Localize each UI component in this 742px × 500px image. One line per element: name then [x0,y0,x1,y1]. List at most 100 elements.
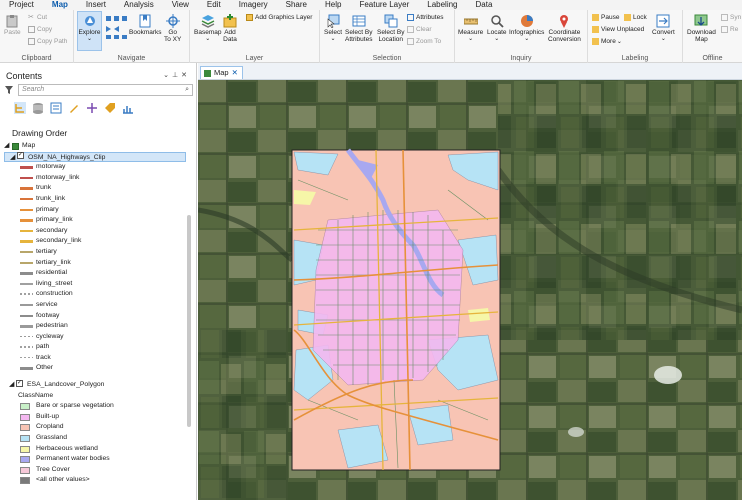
legend-item[interactable]: service [4,300,186,311]
legend-item[interactable]: primary [4,205,186,216]
close-icon[interactable]: ✕ [232,67,238,79]
legend-item[interactable]: pedestrian [4,321,186,332]
legend-item[interactable]: Cropland [4,422,186,433]
sync-button[interactable]: Syn [721,14,741,21]
layer-esa-landcover[interactable]: ◢ ✓ ESA_Landcover_Polygon [4,379,186,391]
add-data-button[interactable]: Add Data [223,14,237,43]
drawing-order-icon[interactable] [14,102,26,114]
legend-item[interactable]: motorway_link [4,173,186,184]
legend-item[interactable]: tertiary_link [4,258,186,269]
chevron-down-icon[interactable]: ⌄ [163,72,172,79]
legend-item[interactable]: Built-up [4,412,186,423]
landcover-clip[interactable] [291,148,501,471]
legend-item[interactable]: Herbaceous wetland [4,444,186,455]
legend-item[interactable]: trunk [4,183,186,194]
ribbon-tab-data[interactable]: Data [467,0,502,10]
legend-item[interactable]: tertiary [4,247,186,258]
charts-icon[interactable] [122,102,134,114]
bookmarks-button[interactable]: Bookmarks [129,14,162,36]
legend-item[interactable]: residential [4,268,186,279]
ribbon-tab-map[interactable]: Map [42,0,77,11]
filter-icon[interactable] [5,86,13,94]
editing-pencil-icon[interactable] [68,102,80,114]
paste-button[interactable]: Paste [4,14,21,36]
ribbon-tab-share[interactable]: Share [277,0,316,10]
collapse-arrow-icon[interactable]: ◢ [4,141,9,152]
labeling-icon[interactable] [104,102,116,114]
ribbon-tab-edit[interactable]: Edit [198,0,230,10]
selection-list-icon[interactable] [50,102,62,114]
legend-item[interactable]: secondary_link [4,236,186,247]
search-input[interactable]: Search ⌕ [18,84,193,96]
pin-icon[interactable]: ⊥ [172,72,181,79]
lock-button[interactable]: Lock [624,14,647,21]
legend-item[interactable]: Permanent water bodies [4,454,186,465]
legend-label: Bare or sparse vegetation [36,402,114,410]
ribbon-tab-help[interactable]: Help [316,0,350,10]
view-unplaced-button[interactable]: View Unplaced [592,26,644,33]
more-button[interactable]: More ⌄ [592,38,622,45]
ribbon-tab-insert[interactable]: Insert [77,0,115,10]
fill-swatch-icon [20,445,30,453]
basemap-button[interactable]: Basemap ⌄ [194,14,221,43]
ribbon-tab-labeling[interactable]: Labeling [418,0,466,10]
ribbon-tab-feature-layer[interactable]: Feature Layer [350,0,418,10]
zoom-to-button[interactable]: Zoom To [407,38,441,45]
legend-label: motorway [36,163,66,171]
ribbon-tab-imagery[interactable]: Imagery [230,0,277,10]
map-tab[interactable]: Map ✕ [200,66,243,79]
legend-item[interactable]: footway [4,311,186,322]
legend-item[interactable]: primary_link [4,215,186,226]
add-graphics-layer-button[interactable]: Add Graphics Layer [246,14,312,21]
layer-osm-highways[interactable]: ◢ ✓ OSM_NA_Highways_Clip [4,151,186,163]
legend-item[interactable]: Bare or sparse vegetation [4,401,186,412]
infographics-button[interactable]: Infographics ⌄ [509,14,544,43]
convert-button[interactable]: Convert ⌄ [652,14,675,43]
legend-item[interactable]: <all other values> [4,475,186,486]
legend-item[interactable]: Grassland [4,433,186,444]
built-up-area [312,209,464,386]
copy-button[interactable]: Copy [28,26,52,33]
visibility-checkbox[interactable]: ✓ [16,379,23,387]
locate-button[interactable]: Locate ⌄ [487,14,507,43]
zoom-tools[interactable] [105,14,129,40]
visibility-checkbox[interactable]: ✓ [17,152,24,160]
select-by-attributes-button[interactable]: Select By Attributes [345,14,372,43]
collapse-arrow-icon[interactable]: ◢ [9,380,14,391]
measure-button[interactable]: Measure ⌄ [458,14,483,43]
ribbon-tab-view[interactable]: View [163,0,198,10]
map-node[interactable]: ◢ Map [4,141,186,152]
cut-button[interactable]: ✂ Cut [28,14,47,21]
coordinate-conversion-button[interactable]: Coordinate Conversion [548,14,581,43]
legend-item[interactable]: living_street [4,279,186,290]
legend-item[interactable]: track [4,353,186,364]
select-button[interactable]: Select ⌄ [324,14,342,43]
go-to-xy-button[interactable]: Go To XY [164,14,181,43]
contents-scrollbar[interactable] [187,215,191,427]
legend-item[interactable]: Other [4,363,186,374]
ribbon-tab-project[interactable]: Project [0,0,43,10]
attributes-button[interactable]: Attributes [407,14,443,21]
search-placeholder: Search [22,86,45,93]
line-symbol-icon [20,346,33,348]
map-view[interactable] [198,80,742,500]
legend-item[interactable]: trunk_link [4,194,186,205]
ribbon-tab-analysis[interactable]: Analysis [115,0,163,10]
explore-button[interactable]: Explore ⌄ [77,11,102,51]
legend-item[interactable]: cycleway [4,332,186,343]
map-canvas[interactable] [198,80,742,500]
download-map-button[interactable]: Download Map [687,14,716,43]
data-source-icon[interactable] [32,102,44,114]
legend-item[interactable]: secondary [4,226,186,237]
close-icon[interactable]: ✕ [181,72,190,79]
copy-path-button[interactable]: Copy Path [28,38,67,45]
clear-button[interactable]: Clear [407,26,432,33]
legend-item[interactable]: construction [4,289,186,300]
pause-button[interactable]: Pause [592,14,619,21]
legend-item[interactable]: path [4,342,186,353]
snapping-icon[interactable] [86,102,98,114]
select-by-location-button[interactable]: Select By Location [377,14,404,43]
remove-button[interactable]: Re [721,26,738,33]
legend-item[interactable]: Tree Cover [4,465,186,476]
legend-item[interactable]: motorway [4,162,186,173]
